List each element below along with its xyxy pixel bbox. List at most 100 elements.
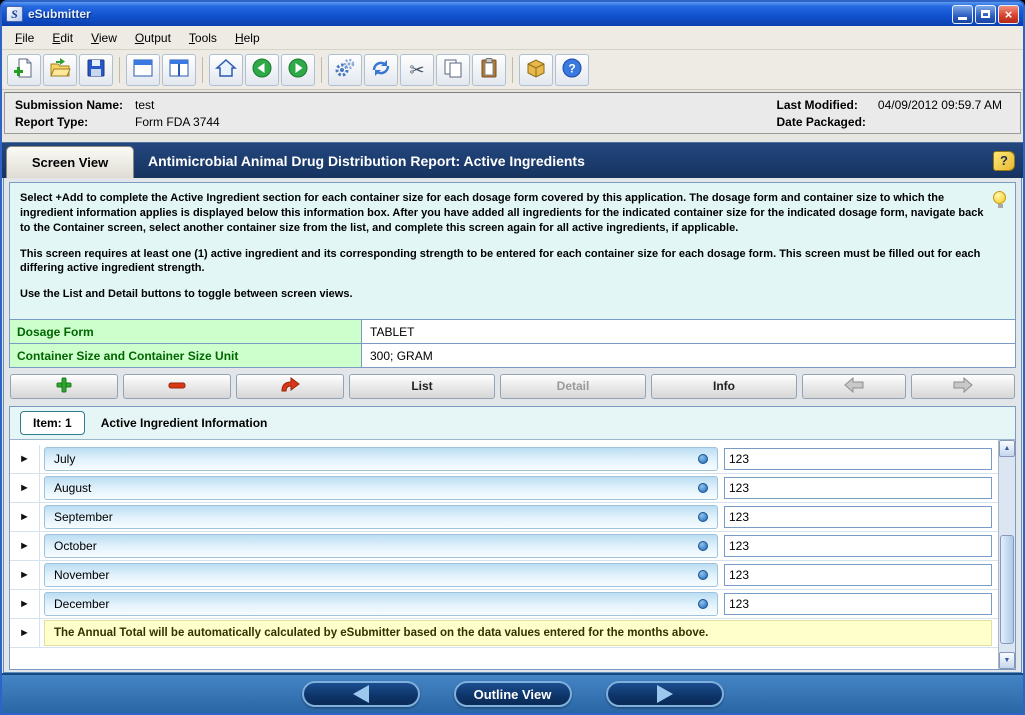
list-view-button[interactable]: List (349, 374, 495, 399)
month-value-input[interactable] (724, 535, 992, 557)
scroll-down-button[interactable]: ▼ (999, 652, 1015, 669)
month-value-input[interactable] (724, 506, 992, 528)
toolbar-separator (512, 57, 513, 83)
info-button[interactable]: Info (651, 374, 797, 399)
row-select-button[interactable]: ► (10, 503, 40, 531)
menu-view[interactable]: View (83, 28, 125, 48)
menu-edit[interactable]: Edit (44, 28, 81, 48)
menu-tools[interactable]: Tools (181, 28, 225, 48)
package-box-icon (525, 57, 547, 82)
month-value-input[interactable] (724, 477, 992, 499)
layout-split-button[interactable] (162, 54, 196, 86)
vertical-scrollbar: ▲ ▼ (998, 440, 1015, 669)
month-row-august: ► August (10, 474, 998, 503)
month-label: October (54, 539, 97, 553)
right-arrow-icon (657, 685, 673, 703)
month-label: November (54, 568, 109, 582)
home-icon (215, 57, 237, 82)
row-select-button[interactable]: ► (10, 619, 40, 647)
item-header: Item: 1 Active Ingredient Information (10, 407, 1015, 439)
month-value-input[interactable] (724, 564, 992, 586)
submission-info-panel: Submission Name: test Report Type: Form … (4, 92, 1021, 134)
clipboard-icon (478, 57, 500, 82)
layout-window-button[interactable] (126, 54, 160, 86)
refresh-button[interactable] (364, 54, 398, 86)
copy-button[interactable] (436, 54, 470, 86)
row-select-button[interactable]: ► (10, 590, 40, 618)
row-select-button[interactable]: ► (10, 474, 40, 502)
plus-icon (56, 377, 72, 396)
cut-button[interactable]: ✂ (400, 54, 434, 86)
month-field: November (44, 563, 718, 587)
month-field: October (44, 534, 718, 558)
help-button[interactable]: ? (555, 54, 589, 86)
split-layout-icon (168, 57, 190, 82)
instruction-paragraph: This screen requires at least one (1) ac… (20, 247, 985, 277)
row-select-button[interactable]: ► (10, 445, 40, 473)
close-button[interactable]: × (998, 5, 1019, 24)
blue-dot-icon (698, 570, 708, 580)
scroll-up-button[interactable]: ▲ (999, 440, 1015, 457)
instruction-paragraph: Select +Add to complete the Active Ingre… (20, 191, 985, 236)
next-item-button[interactable] (911, 374, 1015, 399)
lightbulb-icon (993, 191, 1006, 204)
outline-view-button[interactable]: Outline View (454, 681, 572, 707)
month-value-input[interactable] (724, 448, 992, 470)
hollow-right-arrow-icon (952, 377, 974, 396)
minimize-button[interactable] (952, 5, 973, 24)
month-label: August (54, 481, 91, 495)
curved-arrow-icon (280, 377, 300, 396)
submission-name-value: test (135, 98, 220, 112)
gears-icon (334, 57, 356, 82)
last-modified-value: 04/09/2012 09:59.7 AM (878, 98, 1002, 112)
month-list: ► July ► August (10, 439, 1015, 669)
instruction-paragraph: Use the List and Detail buttons to toggl… (20, 287, 985, 302)
annual-total-note: The Annual Total will be automatically c… (44, 620, 992, 646)
previous-item-button[interactable] (802, 374, 906, 399)
red-curved-arrow-button[interactable] (236, 374, 344, 399)
menu-file[interactable]: File (7, 28, 42, 48)
menu-help[interactable]: Help (227, 28, 268, 48)
month-row-november: ► November (10, 561, 998, 590)
context-help-button[interactable]: ? (993, 151, 1015, 171)
toolbar-separator (202, 57, 203, 83)
new-report-button[interactable] (7, 54, 41, 86)
back-button[interactable] (245, 54, 279, 86)
close-icon: × (1005, 8, 1013, 21)
month-field: July (44, 447, 718, 471)
toolbar: ✂ ? (2, 50, 1023, 90)
settings-button[interactable] (328, 54, 362, 86)
container-size-value: 300; GRAM (362, 344, 1015, 367)
esubmitter-window: S eSubmitter × File Edit View Output Too… (0, 0, 1025, 715)
date-packaged-label: Date Packaged: (777, 115, 866, 129)
month-value-input[interactable] (724, 593, 992, 615)
previous-screen-button[interactable] (302, 681, 420, 707)
open-report-button[interactable] (43, 54, 77, 86)
next-screen-button[interactable] (606, 681, 724, 707)
submission-name-label: Submission Name: (15, 98, 123, 112)
row-select-button[interactable]: ► (10, 561, 40, 589)
row-select-button[interactable]: ► (10, 532, 40, 560)
instruction-box: Select +Add to complete the Active Ingre… (9, 182, 1016, 320)
report-type-label: Report Type: (15, 115, 123, 129)
scrollbar-thumb[interactable] (1000, 535, 1014, 644)
title-bar: S eSubmitter × (2, 2, 1023, 26)
package-button[interactable] (519, 54, 553, 86)
action-button-row: List Detail Info (9, 368, 1016, 404)
month-field: August (44, 476, 718, 500)
forward-arrow-icon (287, 57, 309, 82)
screen-view-tab[interactable]: Screen View (6, 146, 134, 178)
paste-button[interactable] (472, 54, 506, 86)
forward-button[interactable] (281, 54, 315, 86)
add-button[interactable] (10, 374, 118, 399)
screen-header: Screen View Antimicrobial Animal Drug Di… (2, 142, 1023, 178)
menu-output[interactable]: Output (127, 28, 179, 48)
save-floppy-icon (85, 57, 107, 82)
delete-button[interactable] (123, 374, 231, 399)
home-button[interactable] (209, 54, 243, 86)
save-button[interactable] (79, 54, 113, 86)
month-row-september: ► September (10, 503, 998, 532)
scrollbar-track[interactable] (999, 457, 1015, 652)
menu-bar: File Edit View Output Tools Help (2, 26, 1023, 50)
maximize-button[interactable] (975, 5, 996, 24)
